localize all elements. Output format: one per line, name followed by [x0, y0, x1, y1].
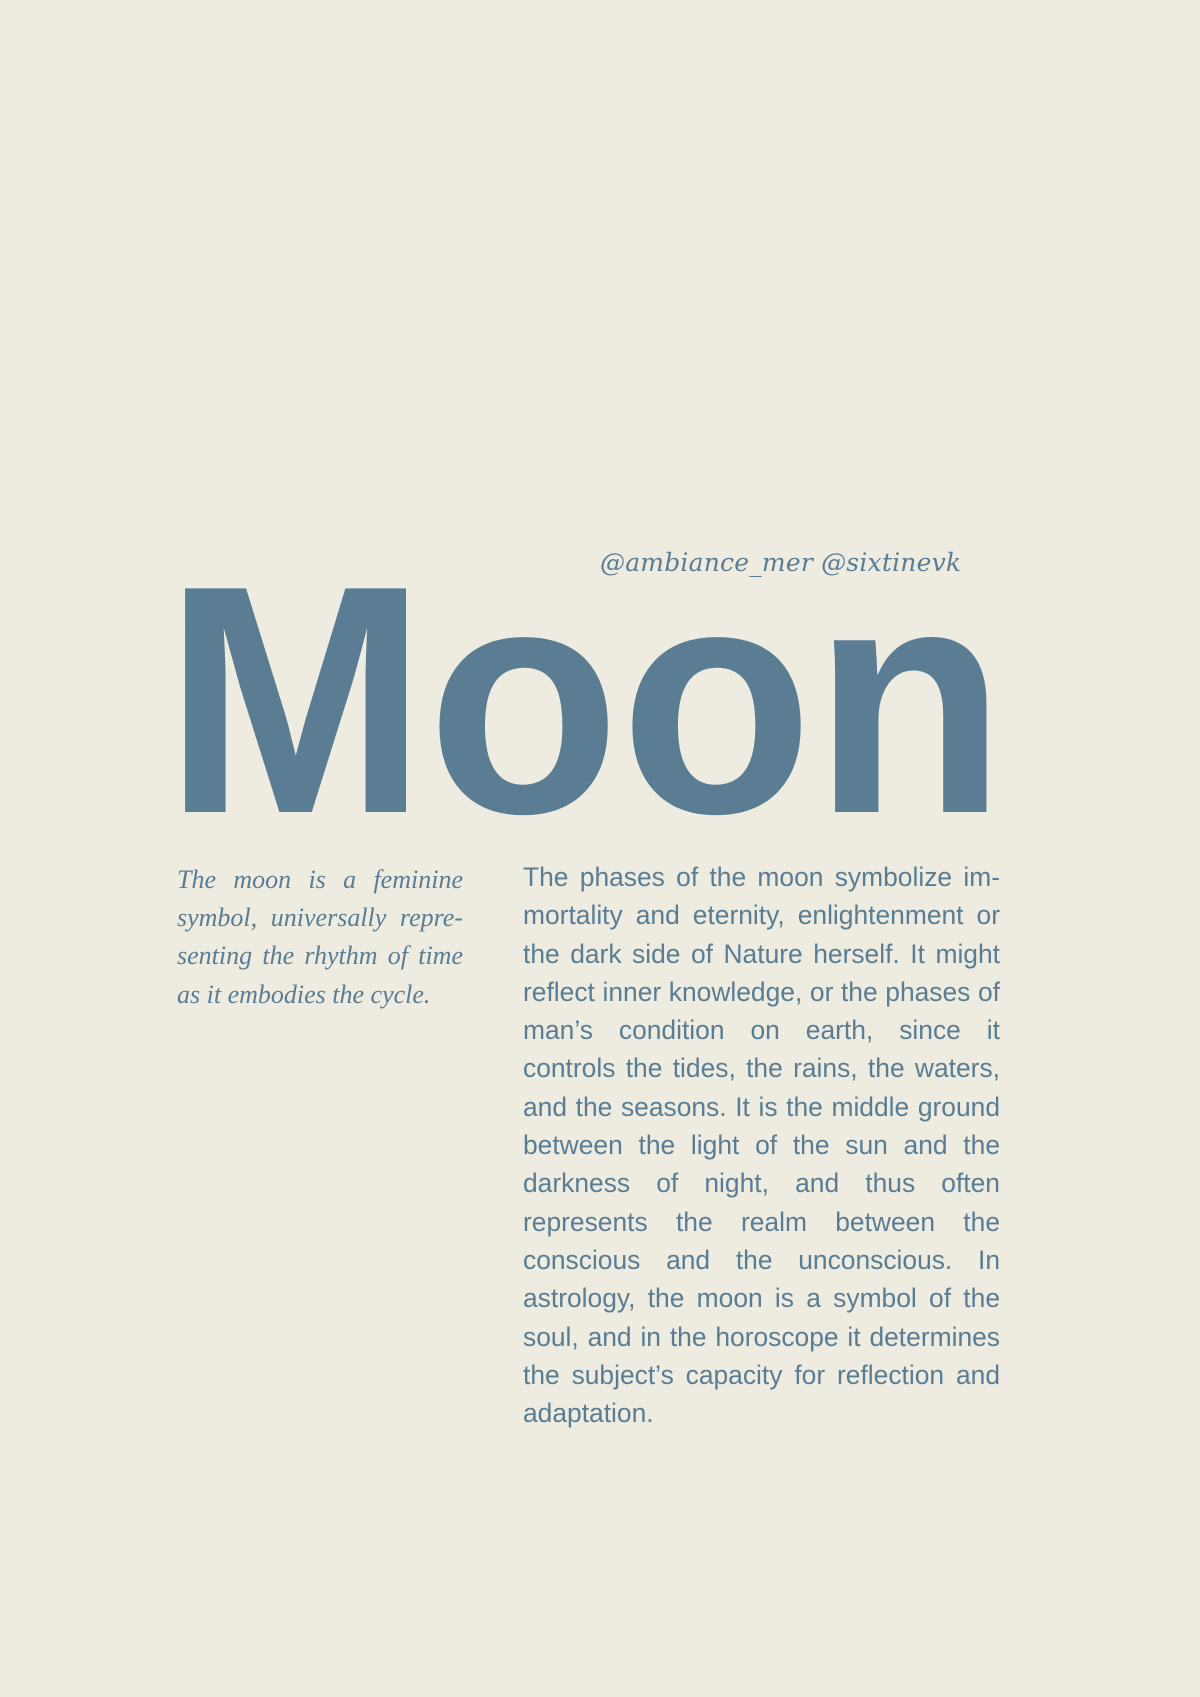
poster: @ambiance_mer @sixtinevk Moon The moon i…	[0, 0, 1200, 1697]
page-title: Moon	[164, 535, 1024, 825]
title-text: Moon	[164, 535, 1006, 825]
body-paragraph: The phases of the moon symbolize im­mort…	[523, 862, 1000, 1429]
lede-paragraph: The moon is a feminine symbol, universal…	[177, 865, 463, 1009]
